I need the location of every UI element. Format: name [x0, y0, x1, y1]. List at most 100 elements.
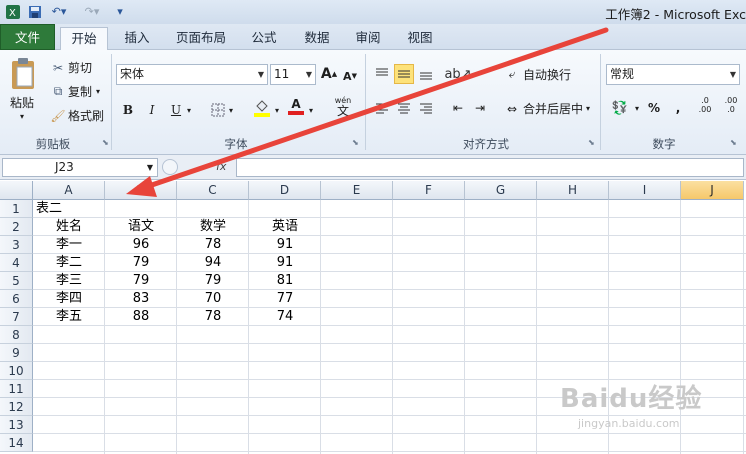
row-header-3[interactable]: 3	[0, 236, 33, 254]
cell-c3[interactable]: 78	[177, 236, 249, 254]
save-icon[interactable]	[27, 3, 43, 20]
paste-button[interactable]: 粘贴	[10, 94, 34, 111]
name-box[interactable]: J23 ▼	[2, 158, 158, 177]
row-header-12[interactable]: 12	[0, 398, 33, 416]
column-header-g[interactable]: G	[465, 181, 537, 200]
customize-toolbar-icon[interactable]: ▾	[114, 3, 126, 20]
tab-home[interactable]: 开始	[60, 27, 108, 51]
cell-c2[interactable]: 数学	[177, 218, 249, 236]
row-header-10[interactable]: 10	[0, 362, 33, 380]
column-header-c[interactable]: C	[177, 181, 249, 200]
cell-c4[interactable]: 94	[177, 254, 249, 272]
cell-d5[interactable]: 81	[249, 272, 321, 290]
column-header-f[interactable]: F	[393, 181, 465, 200]
cell-d2[interactable]: 英语	[249, 218, 321, 236]
tab-formulas[interactable]: 公式	[244, 27, 284, 50]
paste-dropdown-icon[interactable]: ▾	[20, 112, 24, 121]
percent-button[interactable]: %	[644, 98, 664, 118]
cell-c6[interactable]: 70	[177, 290, 249, 308]
accounting-format-button[interactable]: 💱	[608, 98, 632, 118]
tab-insert[interactable]: 插入	[117, 27, 157, 50]
align-bottom-button[interactable]	[416, 64, 436, 84]
number-format-select[interactable]: 常规 ▼	[606, 64, 740, 85]
paste-icon[interactable]	[8, 56, 38, 92]
phonetic-guide-button[interactable]: wén 文	[330, 96, 356, 117]
comma-style-button[interactable]: ,	[668, 98, 688, 118]
cell-a7[interactable]: 李五	[33, 308, 105, 326]
tab-file[interactable]: 文件	[0, 24, 55, 50]
increase-decimal-button[interactable]: .0 .00	[694, 96, 716, 116]
alignment-launcher-icon[interactable]: ⬊	[588, 138, 595, 147]
cell-b7[interactable]: 88	[105, 308, 177, 326]
cell-d4[interactable]: 91	[249, 254, 321, 272]
cell-d7[interactable]: 74	[249, 308, 321, 326]
cell-c5[interactable]: 79	[177, 272, 249, 290]
font-size-select[interactable]: 11 ▼	[270, 64, 316, 85]
cell-c7[interactable]: 78	[177, 308, 249, 326]
column-header-h[interactable]: H	[537, 181, 609, 200]
tab-view[interactable]: 视图	[400, 27, 440, 50]
row-header-8[interactable]: 8	[0, 326, 33, 344]
clipboard-launcher-icon[interactable]: ⬊	[102, 138, 109, 147]
merge-center-button[interactable]: ⇔ 合并后居中 ▾	[504, 100, 590, 117]
column-header-e[interactable]: E	[321, 181, 393, 200]
align-right-button[interactable]	[416, 98, 436, 118]
row-header-6[interactable]: 6	[0, 290, 33, 308]
column-header-i[interactable]: I	[609, 181, 681, 200]
fill-color-button[interactable]	[252, 98, 272, 118]
align-top-button[interactable]	[372, 64, 392, 84]
italic-button[interactable]: I	[142, 100, 162, 120]
copy-button[interactable]: ⧉ 复制 ▾	[50, 83, 100, 100]
align-left-button[interactable]	[372, 98, 392, 118]
decrease-decimal-button[interactable]: .00 .0	[720, 96, 742, 116]
underline-button[interactable]: U	[166, 100, 186, 120]
grow-font-button[interactable]: A ▲	[319, 64, 339, 84]
undo-icon[interactable]: ↶▾	[49, 3, 69, 20]
cell-a6[interactable]: 李四	[33, 290, 105, 308]
column-header-d[interactable]: D	[249, 181, 321, 200]
cell-b3[interactable]: 96	[105, 236, 177, 254]
cell-d6[interactable]: 77	[249, 290, 321, 308]
wrap-text-button[interactable]: ⤶ 自动换行	[504, 66, 571, 83]
fill-color-dropdown-icon[interactable]: ▾	[272, 100, 282, 120]
cell-b5[interactable]: 79	[105, 272, 177, 290]
cell-a1[interactable]: 表二	[36, 200, 105, 218]
select-all-corner[interactable]	[0, 181, 33, 200]
font-color-button[interactable]: A	[286, 96, 306, 116]
cut-button[interactable]: ✂ 剪切	[50, 59, 92, 76]
redo-icon[interactable]: ↷▾	[82, 3, 102, 20]
tab-review[interactable]: 审阅	[348, 27, 388, 50]
format-painter-button[interactable]: 🖌 格式刷	[50, 107, 104, 124]
cell-a4[interactable]: 李二	[33, 254, 105, 272]
font-launcher-icon[interactable]: ⬊	[352, 138, 359, 147]
insert-function-icon[interactable]: fx	[216, 160, 226, 173]
merge-dropdown-icon[interactable]: ▾	[586, 104, 590, 113]
copy-dropdown-icon[interactable]: ▾	[96, 87, 100, 96]
accounting-dropdown-icon[interactable]: ▾	[632, 98, 642, 118]
row-header-1[interactable]: 1	[0, 200, 33, 218]
underline-dropdown-icon[interactable]: ▾	[184, 100, 194, 120]
row-header-7[interactable]: 7	[0, 308, 33, 326]
font-name-select[interactable]: 宋体 ▼	[116, 64, 268, 85]
bold-button[interactable]: B	[118, 100, 138, 120]
column-header-j[interactable]: J	[681, 181, 744, 200]
borders-dropdown-icon[interactable]: ▾	[226, 100, 236, 120]
cell-b2[interactable]: 语文	[105, 218, 177, 236]
row-header-4[interactable]: 4	[0, 254, 33, 272]
formula-bar-splitter-icon[interactable]	[162, 159, 178, 175]
number-launcher-icon[interactable]: ⬊	[730, 138, 737, 147]
decrease-indent-button[interactable]: ⇤	[448, 98, 468, 118]
increase-indent-button[interactable]: ⇥	[470, 98, 490, 118]
align-center-button[interactable]	[394, 98, 414, 118]
row-header-5[interactable]: 5	[0, 272, 33, 290]
borders-button[interactable]	[208, 100, 228, 120]
column-header-b[interactable]: B	[105, 181, 177, 200]
shrink-font-button[interactable]: A ▼	[340, 66, 360, 86]
row-header-9[interactable]: 9	[0, 344, 33, 362]
column-header-a[interactable]: A	[33, 181, 105, 200]
row-header-14[interactable]: 14	[0, 434, 33, 452]
tab-data[interactable]: 数据	[297, 27, 337, 50]
cell-a5[interactable]: 李三	[33, 272, 105, 290]
row-header-2[interactable]: 2	[0, 218, 33, 236]
cell-d3[interactable]: 91	[249, 236, 321, 254]
